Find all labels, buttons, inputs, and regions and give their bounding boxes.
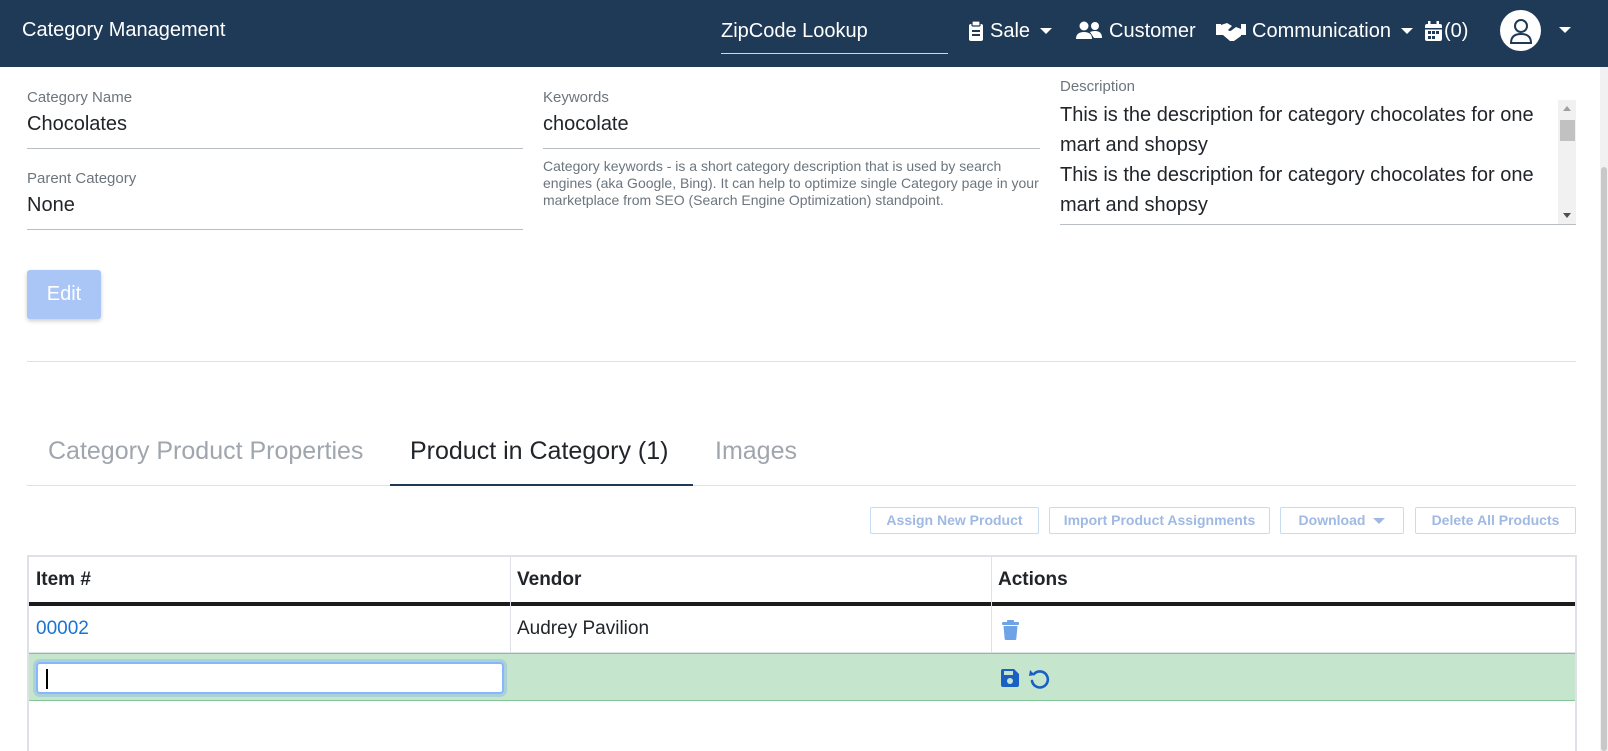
text-cursor	[46, 669, 48, 689]
customer-menu[interactable]: Customer	[1075, 17, 1196, 45]
table-row: 00002 Audrey Pavilion	[29, 606, 1575, 653]
category-name-label: Category Name	[27, 89, 133, 106]
calendar-count: (0)	[1444, 19, 1469, 42]
tab-bar: Category Product Properties Product in C…	[27, 425, 1576, 486]
top-navbar: Category Management ZipCode Lookup Sale …	[0, 0, 1608, 67]
download-dropdown-button[interactable]: Download	[1280, 507, 1404, 534]
save-row-button[interactable]	[999, 666, 1021, 690]
chevron-down-icon[interactable]	[1559, 27, 1571, 33]
save-icon	[1001, 669, 1019, 687]
calendar-menu[interactable]: (0)	[1425, 17, 1468, 45]
chevron-down-icon	[1373, 518, 1386, 525]
description-textarea[interactable]: This is the description for category cho…	[1060, 100, 1576, 225]
section-divider	[27, 361, 1576, 362]
scroll-up-icon[interactable]	[1563, 106, 1571, 111]
parent-category-field[interactable]: None	[27, 194, 75, 217]
users-icon	[1076, 21, 1102, 39]
communication-menu[interactable]: Communication	[1216, 17, 1413, 45]
chevron-down-icon	[1040, 28, 1053, 34]
table-row-editing	[29, 653, 1575, 701]
category-name-field[interactable]: Chocolates	[27, 113, 127, 136]
user-avatar[interactable]	[1500, 10, 1541, 51]
clipboard-icon	[969, 21, 983, 41]
description-scrollbar-thumb[interactable]	[1560, 120, 1575, 141]
communication-label: Communication	[1252, 19, 1391, 42]
products-table: Item # Vendor Actions 00002 Audrey Pavil…	[27, 555, 1577, 751]
keywords-label: Keywords	[543, 89, 609, 106]
scroll-down-icon[interactable]	[1563, 213, 1571, 218]
undo-icon	[1029, 670, 1050, 689]
zipcode-lookup-input[interactable]: ZipCode Lookup	[721, 18, 948, 54]
keywords-field[interactable]: chocolate	[543, 113, 629, 136]
download-label: Download	[1298, 512, 1366, 528]
delete-all-products-button[interactable]: Delete All Products	[1415, 507, 1576, 534]
description-scrollbar[interactable]	[1558, 100, 1576, 224]
category-name-underline	[27, 148, 523, 149]
keywords-help-text: Category keywords - is a short category …	[543, 158, 1039, 208]
import-product-assignments-button[interactable]: Import Product Assignments	[1049, 507, 1270, 534]
parent-category-label: Parent Category	[27, 170, 137, 187]
page-scrollbar-thumb[interactable]	[1601, 167, 1607, 751]
column-header-vendor[interactable]: Vendor	[510, 557, 991, 603]
user-avatar-icon	[1509, 18, 1532, 44]
column-header-actions: Actions	[998, 569, 1068, 590]
chevron-down-icon	[1400, 28, 1413, 34]
description-label: Description	[1060, 78, 1136, 95]
customer-label: Customer	[1109, 19, 1196, 42]
vendor-cell: Audrey Pavilion	[517, 618, 650, 639]
sale-menu[interactable]: Sale	[968, 17, 1053, 45]
trash-icon	[1001, 620, 1019, 640]
column-header-item[interactable]: Item #	[29, 557, 510, 603]
keywords-underline	[543, 148, 1040, 149]
assign-new-product-button[interactable]: Assign New Product	[870, 507, 1039, 534]
delete-row-button[interactable]	[999, 618, 1021, 642]
edit-button[interactable]: Edit	[27, 270, 101, 319]
undo-row-button[interactable]	[1027, 666, 1051, 690]
tab-product-in-category[interactable]: Product in Category (1)	[410, 437, 668, 466]
page-title: Category Management	[22, 19, 226, 41]
item-number-link[interactable]: 00002	[29, 606, 510, 653]
sale-label: Sale	[990, 19, 1031, 42]
tab-images[interactable]: Images	[715, 437, 797, 466]
item-number-input[interactable]	[36, 662, 504, 694]
tab-category-product-properties[interactable]: Category Product Properties	[48, 437, 363, 466]
active-tab-indicator	[390, 484, 693, 486]
parent-category-underline	[27, 229, 523, 230]
page-scrollbar[interactable]	[1600, 67, 1608, 751]
handshake-icon	[1216, 23, 1246, 41]
calendar-icon	[1425, 21, 1442, 41]
description-text: This is the description for category cho…	[1060, 104, 1534, 216]
